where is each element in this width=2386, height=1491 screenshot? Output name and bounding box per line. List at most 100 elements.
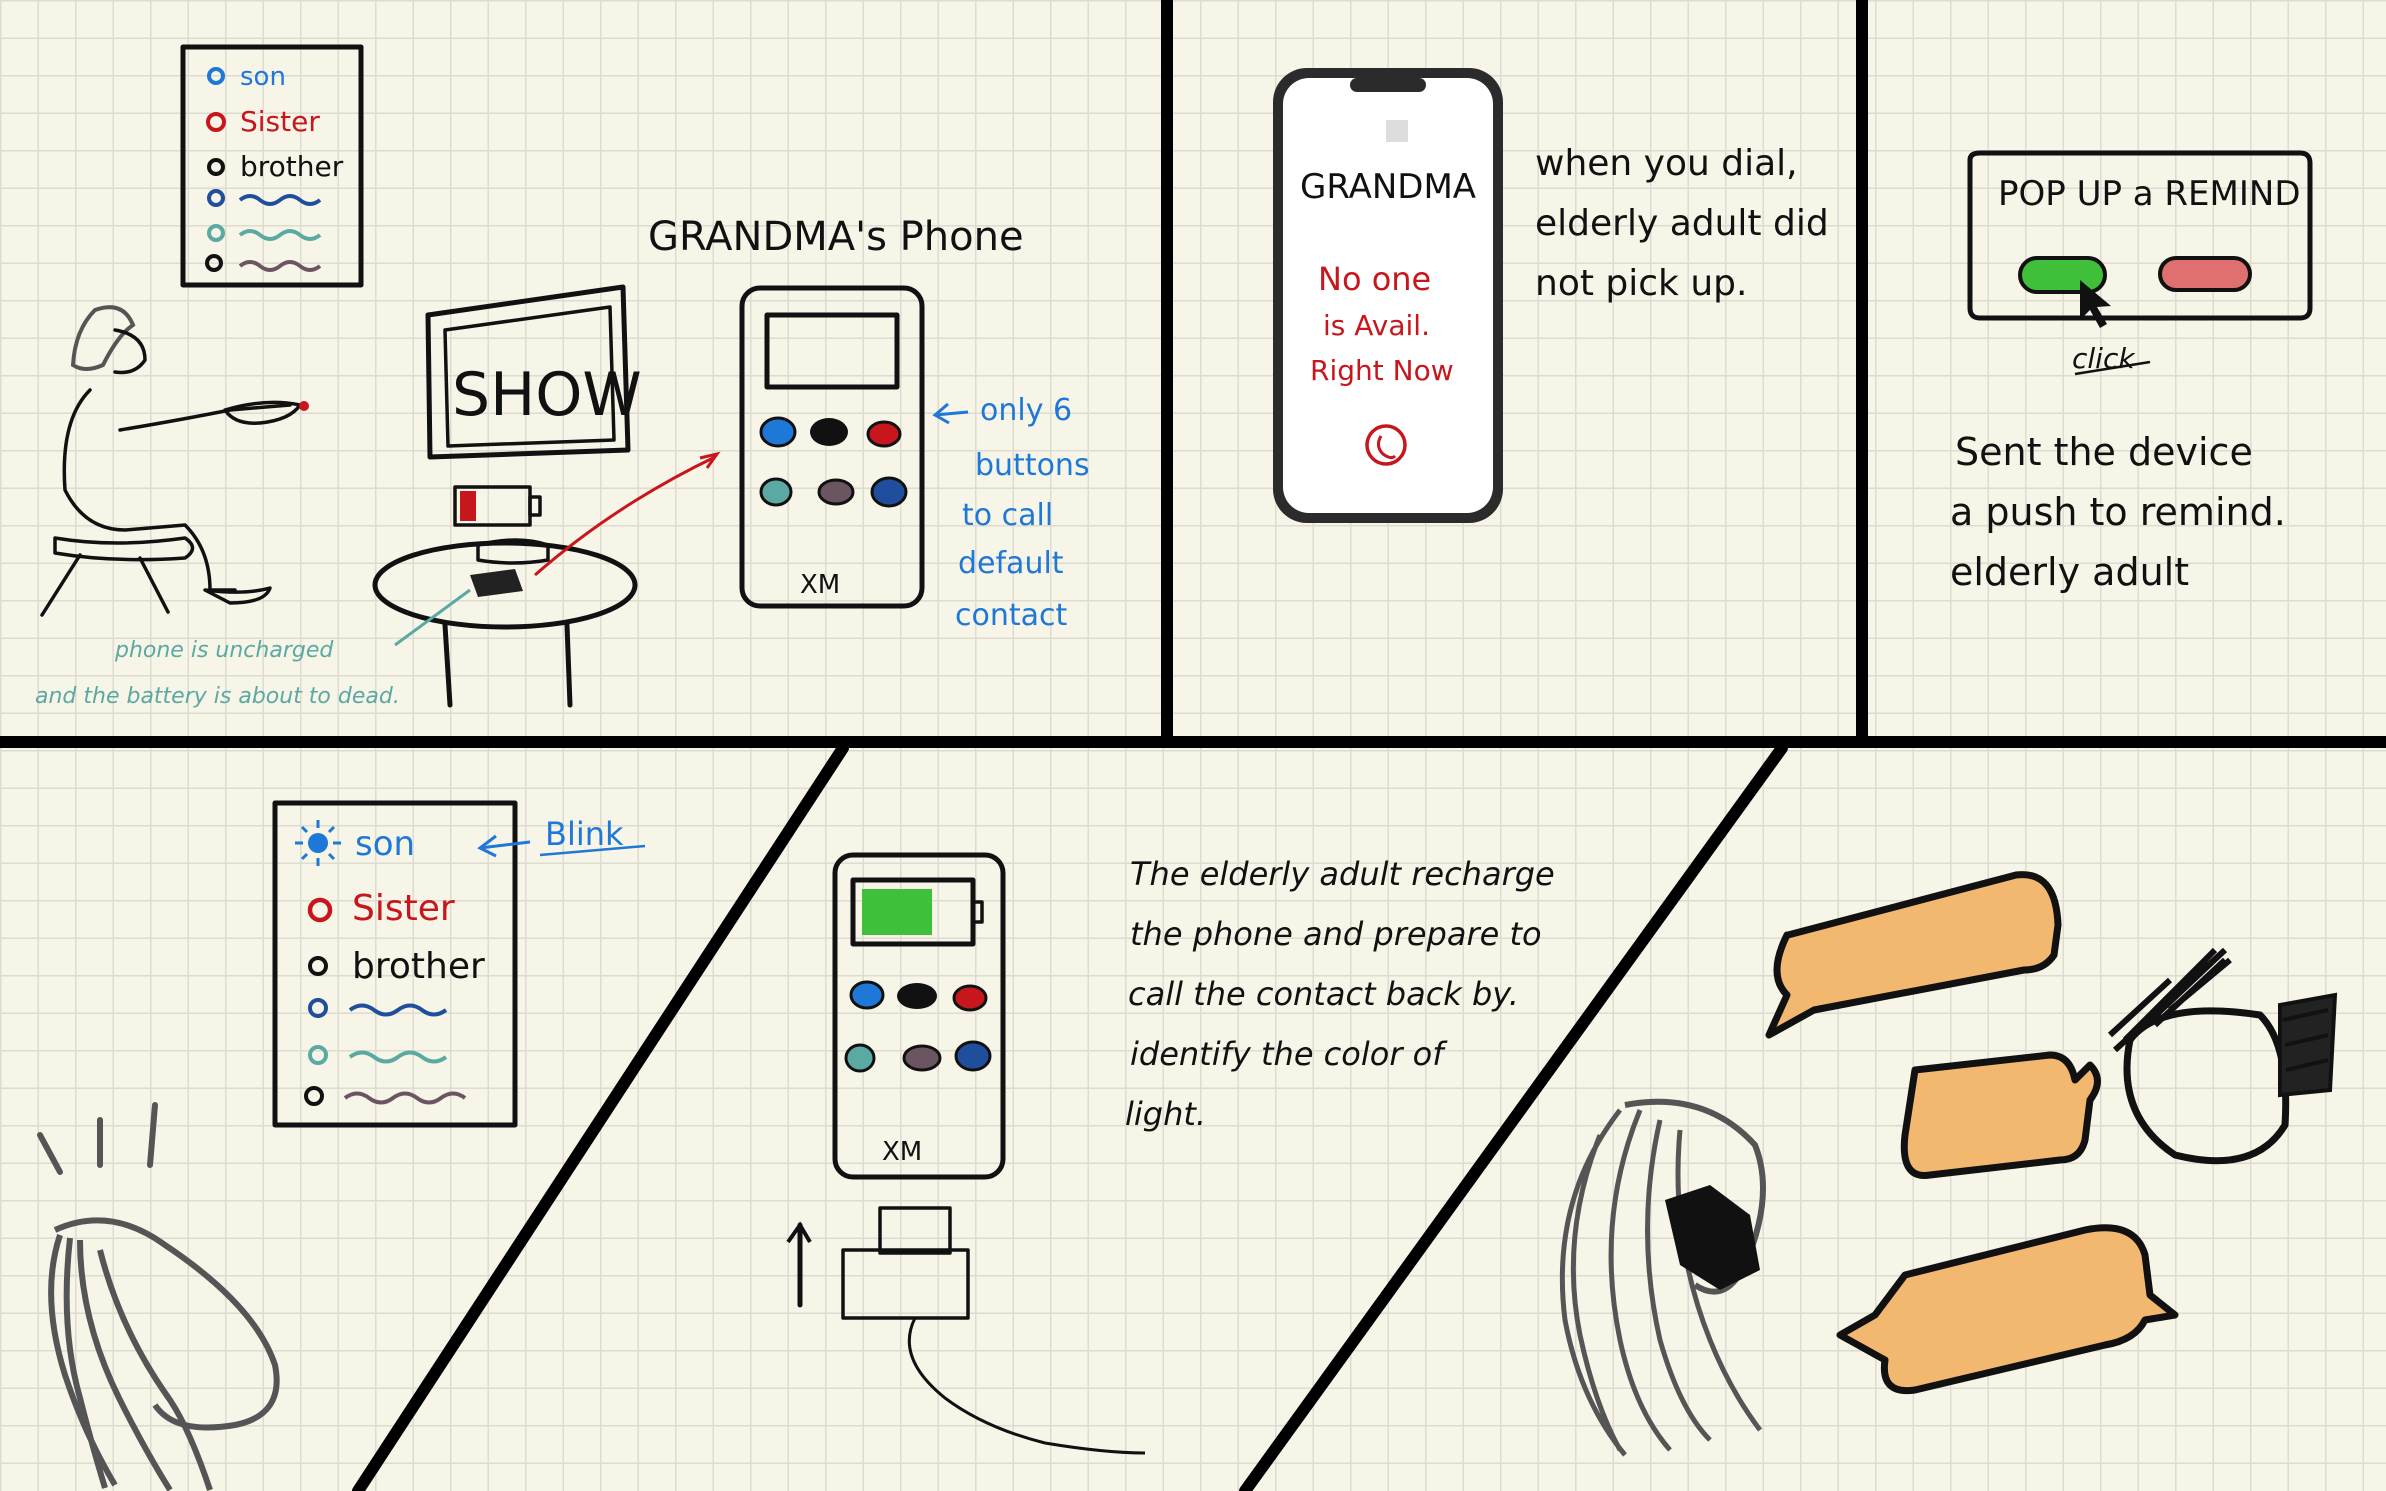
scribble-teal	[238, 229, 322, 241]
panel-5: XM The elderly adult recharge the phone …	[786, 852, 1555, 1455]
panel5-note-line-2: the phone and prepare to	[1130, 915, 1542, 953]
popup-dialog: POP UP a REMIND	[1967, 150, 2313, 328]
panel-3: POP UP a REMIND click Sent the device a …	[1950, 150, 2313, 594]
buttons-note-line-1: only 6	[980, 393, 1072, 428]
battery-fill	[862, 889, 932, 935]
smartphone: GRANDMA No one is Avail. Right Now	[1273, 68, 1503, 523]
panel-1: son Sister brother SHOW phone is uncharg…	[35, 44, 1090, 709]
charged-phone: XM	[832, 852, 1006, 1180]
contact-sister: Sister	[352, 888, 455, 929]
panel-4: son Sister brother Blink	[37, 800, 646, 1491]
panel-2: GRANDMA No one is Avail. Right Now when …	[1273, 68, 1829, 523]
listener-head	[2107, 947, 2338, 1165]
storyboard-canvas: son Sister brother SHOW phone is uncharg…	[0, 0, 2386, 1491]
smartphone-notch	[1350, 78, 1426, 92]
divider-3	[352, 742, 849, 1491]
panel5-note-line-4: identify the color of	[1130, 1035, 1448, 1073]
contact-sister: Sister	[240, 105, 320, 138]
hair-strokes	[48, 1234, 213, 1491]
navy-button-icon[interactable]	[870, 476, 908, 508]
scribble-navy	[238, 194, 322, 206]
contact-list: son Sister brother	[180, 44, 364, 288]
navy-dot-icon	[308, 998, 328, 1018]
teal-button-icon[interactable]	[759, 477, 793, 507]
listener-phone-icon	[2278, 992, 2338, 1098]
grandma-hair	[70, 305, 136, 371]
screen-message-1: No one	[1318, 260, 1431, 298]
brother-dot-icon	[308, 956, 328, 976]
screen-message-3: Right Now	[1310, 354, 1454, 387]
table-leg-left	[442, 622, 453, 708]
phone-screen	[764, 312, 900, 390]
speaker-head	[1559, 1098, 1766, 1457]
mauve-button-icon[interactable]	[902, 1044, 942, 1072]
panel3-note-line-1: Sent the device	[1955, 430, 2253, 474]
black-dot-icon	[205, 254, 223, 272]
teal-button-icon[interactable]	[844, 1043, 876, 1073]
speech-bubble-3	[1836, 1224, 2179, 1395]
black-button-icon[interactable]	[810, 418, 848, 446]
chair-seat	[53, 536, 195, 562]
chair-leg-left	[40, 553, 82, 617]
remote-button-icon	[299, 401, 309, 411]
charger-base	[841, 1248, 970, 1320]
mauve-button-icon[interactable]	[817, 478, 855, 506]
panel5-note-line-1: The elderly adult recharge	[1130, 855, 1555, 893]
teal-dot-icon	[308, 1045, 328, 1065]
panel2-note-line-3: not pick up.	[1535, 263, 1747, 304]
sister-dot-icon	[206, 112, 226, 132]
battery-note-line-2: and the battery is about to dead.	[35, 684, 400, 709]
speaker-phone-icon	[1665, 1185, 1760, 1290]
scribble-teal	[348, 1050, 448, 1064]
battery-tip	[971, 900, 984, 924]
buttons-note: only 6 buttons to call default contact	[932, 393, 1090, 633]
decline-button[interactable]	[2158, 256, 2252, 292]
tv-label: SHOW	[452, 360, 642, 430]
popup-title: POP UP a REMIND	[1998, 174, 2301, 214]
phone-brand: XM	[800, 570, 840, 600]
scribble-mauve	[238, 260, 322, 272]
brother-dot-icon	[207, 158, 225, 176]
blue-button-icon[interactable]	[849, 980, 885, 1010]
buttons-note-line-2: buttons	[975, 448, 1090, 483]
black-button-icon[interactable]	[897, 983, 937, 1009]
buttons-note-line-3: to call	[962, 498, 1053, 533]
navy-dot-icon	[207, 189, 225, 207]
contact-photo-icon	[1386, 120, 1408, 142]
sister-dot-icon	[307, 897, 333, 923]
charger	[786, 1206, 1146, 1455]
listener-head-outline	[2123, 1007, 2290, 1165]
alarm-bell-figure	[37, 1102, 280, 1491]
teal-pointer	[394, 588, 471, 647]
listener-hair	[2107, 947, 2232, 1053]
grandma-figure	[40, 305, 309, 617]
red-arrow	[534, 455, 716, 577]
blink-label: Blink	[545, 815, 624, 853]
contact-son: son	[355, 824, 415, 864]
phone-brand: XM	[882, 1137, 922, 1167]
screen-message-2: is Avail.	[1323, 309, 1430, 342]
low-battery-icon	[453, 485, 542, 527]
panel2-note-line-2: elderly adult did	[1535, 203, 1829, 244]
scribble-navy	[348, 1003, 448, 1017]
table	[372, 451, 721, 708]
red-button-icon[interactable]	[866, 420, 902, 448]
grandma-arm	[118, 403, 292, 432]
chair-leg-right	[138, 556, 170, 614]
son-dot-icon	[207, 67, 225, 85]
teal-dot-icon	[207, 224, 225, 242]
red-button-icon[interactable]	[952, 984, 988, 1012]
phone-title: GRANDMA's Phone	[648, 214, 1024, 260]
battery-note-line-1: phone is uncharged	[114, 638, 334, 663]
grandma-phone: XM	[739, 285, 925, 609]
buttons-note-line-5: contact	[955, 598, 1068, 633]
panel3-note-line-3: elderly adult	[1950, 550, 2189, 594]
accept-button[interactable]	[2018, 256, 2107, 294]
panel5-note-line-3: call the contact back by.	[1128, 975, 1519, 1013]
panel5-note-line-5: light.	[1125, 1095, 1206, 1133]
screen-name: GRANDMA	[1300, 167, 1476, 207]
contact-brother: brother	[352, 946, 485, 987]
panel3-note-line-2: a push to remind.	[1950, 490, 2286, 534]
blue-button-icon[interactable]	[759, 416, 797, 448]
navy-button-icon[interactable]	[954, 1040, 992, 1072]
